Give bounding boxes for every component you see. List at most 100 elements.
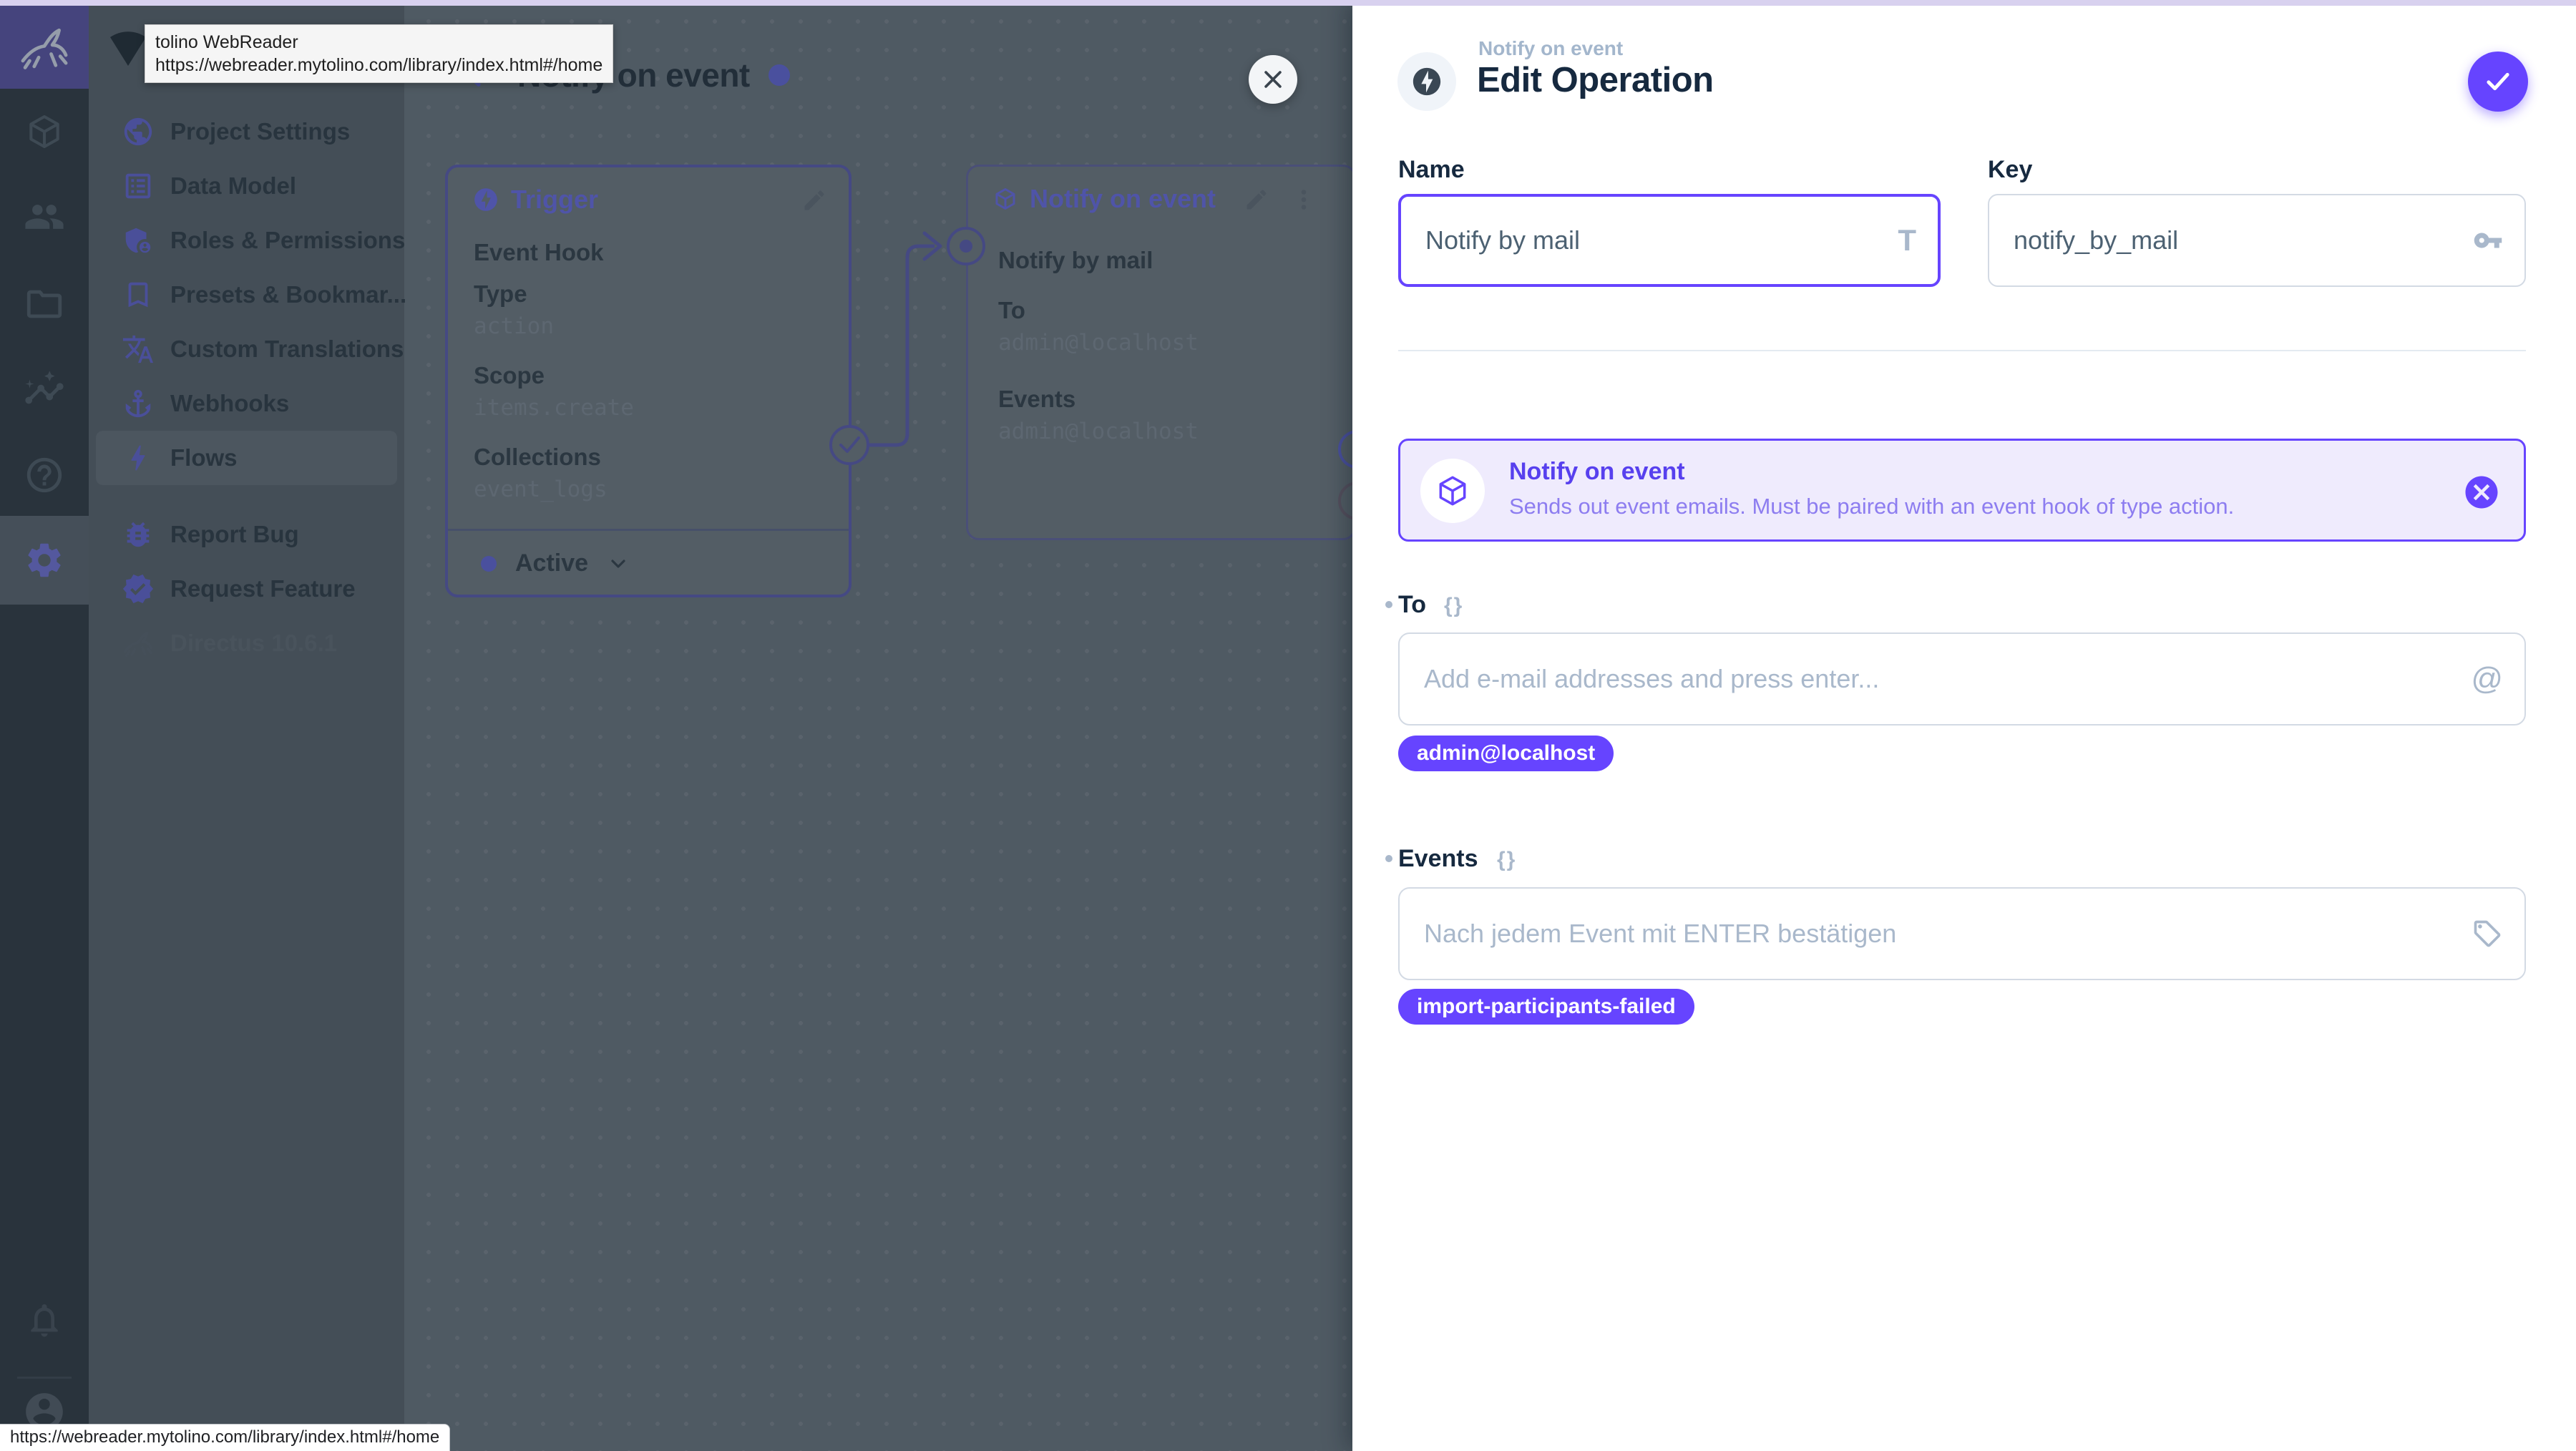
globe-icon: [122, 115, 155, 148]
gear-icon: [28, 543, 61, 577]
trigger-field-value: action: [474, 313, 554, 339]
key-field-label: Key: [1988, 156, 2033, 183]
trigger-field-value: items.create: [474, 395, 634, 421]
people-icon: [25, 205, 64, 229]
sidebar-item-custom-translations[interactable]: Custom Translations: [96, 322, 404, 376]
module-help[interactable]: [0, 439, 89, 511]
anchor-icon: [122, 387, 155, 420]
name-input[interactable]: [1401, 197, 1898, 284]
flow-canvas[interactable]: Notify on event Trigger Event Hook Type …: [404, 0, 1356, 1451]
key-input-wrap: [1988, 194, 2526, 287]
kebab-menu-icon[interactable]: [1291, 187, 1317, 212]
operation-type-description: Sends out event emails. Must be paired w…: [1509, 494, 2235, 519]
drawer-title: Edit Operation: [1477, 61, 1714, 99]
version-label: Directus 10.6.1: [170, 630, 337, 656]
module-bar: [0, 0, 89, 1451]
trigger-panel-header: Trigger: [472, 185, 598, 215]
sidebar-item-label: Report Bug: [170, 521, 299, 547]
window-top-strip: [0, 0, 2576, 6]
raw-value-icon[interactable]: {}: [1444, 594, 1463, 618]
trigger-field-label: Collections: [474, 444, 601, 470]
chevron-down-icon: [611, 559, 625, 568]
to-input[interactable]: [1400, 634, 2472, 724]
notifications-button[interactable]: [0, 1284, 89, 1356]
tooltip-title: tolino WebReader: [155, 32, 298, 52]
operation-field-label: To: [998, 297, 1025, 323]
sidebar-item-label: Flows: [170, 444, 238, 471]
bookmark-icon: [122, 278, 155, 311]
operation-panel-header: Notify on event: [992, 184, 1216, 214]
active-status-label: Active: [515, 549, 589, 577]
trigger-panel-divider: [448, 529, 849, 531]
module-users[interactable]: [0, 181, 89, 253]
help-icon: [26, 457, 62, 493]
events-input[interactable]: [1400, 889, 2472, 979]
sidebar-item-label: Project Settings: [170, 118, 351, 145]
key-icon: [2473, 225, 2503, 255]
events-input-wrap: [1398, 887, 2526, 980]
sidebar-item-webhooks[interactable]: Webhooks: [96, 376, 397, 431]
operation-intro: Notify by mail: [998, 247, 1153, 273]
bell-icon: [31, 1304, 58, 1337]
sidebar-item-report-bug[interactable]: Report Bug: [96, 507, 397, 562]
operation-panel-tools: [1244, 187, 1317, 212]
deselect-operation-icon[interactable]: [2462, 473, 2501, 512]
module-files[interactable]: [0, 268, 89, 340]
trigger-field-value: event_logs: [474, 477, 608, 502]
settings-nav: Project Settings Data Model Roles & Perm…: [89, 0, 406, 1451]
sidebar-item-flows[interactable]: Flows: [96, 431, 397, 485]
trigger-field-label: Type: [474, 280, 527, 307]
sidebar-item-label: Request Feature: [170, 575, 356, 602]
bug-icon: [122, 518, 155, 551]
name-input-wrap: T: [1398, 194, 1941, 287]
sidebar-item-label: Webhooks: [170, 390, 290, 416]
box-icon: [995, 188, 1015, 210]
verified-badge-icon: [122, 572, 155, 605]
shield-person-icon: [122, 224, 155, 257]
sidebar-item-data-model[interactable]: Data Model: [96, 159, 397, 213]
sidebar-item-roles-permissions[interactable]: Roles & Permissions: [96, 213, 405, 268]
module-insights[interactable]: [0, 354, 89, 426]
sidebar-item-label: Presets & Bookmar...: [170, 281, 407, 308]
module-content[interactable]: [0, 96, 89, 167]
trigger-panel-tools: [801, 187, 827, 213]
close-editor-button[interactable]: [1249, 55, 1297, 104]
list-alt-icon: [122, 170, 155, 202]
trigger-field-label: Scope: [474, 362, 545, 389]
folder-icon: [26, 290, 62, 318]
sidebar-item-project-settings[interactable]: Project Settings: [96, 104, 397, 159]
operation-type-title: Notify on event: [1509, 458, 1685, 485]
circled-bolt-icon: [1413, 67, 1441, 96]
browser-status-url: https://webreader.mytolino.com/library/i…: [0, 1424, 451, 1451]
directus-flows-screen: Project Settings Data Model Roles & Perm…: [0, 0, 2576, 1451]
raw-value-icon[interactable]: {}: [1497, 848, 1516, 872]
trigger-panel[interactable]: Trigger Event Hook Type action Scope ite…: [445, 165, 852, 597]
translate-icon: [122, 333, 155, 366]
box-icon: [1439, 476, 1466, 506]
flow-status-dropdown[interactable]: Active: [481, 549, 630, 577]
sidebar-item-request-feature[interactable]: Request Feature: [96, 562, 397, 616]
module-settings[interactable]: [0, 516, 89, 605]
directus-logo[interactable]: [0, 6, 89, 89]
sidebar-item-presets-bookmarks[interactable]: Presets & Bookmar...: [96, 268, 406, 322]
operation-panel[interactable]: Notify on event Notify by mail To admin@…: [966, 165, 1356, 540]
at-sign-icon: @: [2471, 661, 2503, 696]
key-input[interactable]: [1989, 195, 2473, 285]
edit-pencil-icon[interactable]: [801, 187, 827, 213]
required-dot: [1385, 855, 1392, 862]
trigger-panel-title: Trigger: [511, 185, 599, 214]
tag-icon: [2472, 918, 2503, 949]
active-status-dot: [481, 555, 497, 572]
name-field-label: Name: [1398, 156, 1465, 183]
bolt-icon: [122, 441, 155, 474]
rabbit-small-icon: [122, 627, 155, 660]
edit-pencil-icon[interactable]: [1244, 187, 1269, 212]
browser-tooltip: tolino WebReader https://webreader.mytol…: [145, 24, 614, 83]
operation-type-card[interactable]: Notify on event Sends out event emails. …: [1398, 439, 2526, 542]
events-chip[interactable]: import-participants-failed: [1398, 989, 1694, 1025]
edit-operation-drawer: Notify on event Edit Operation Name Key …: [1352, 0, 2576, 1451]
to-chip[interactable]: admin@localhost: [1398, 736, 1614, 771]
sidebar-item-label: Data Model: [170, 172, 297, 199]
sidebar-item-label: Roles & Permissions: [170, 227, 406, 253]
save-button[interactable]: [2468, 52, 2528, 112]
